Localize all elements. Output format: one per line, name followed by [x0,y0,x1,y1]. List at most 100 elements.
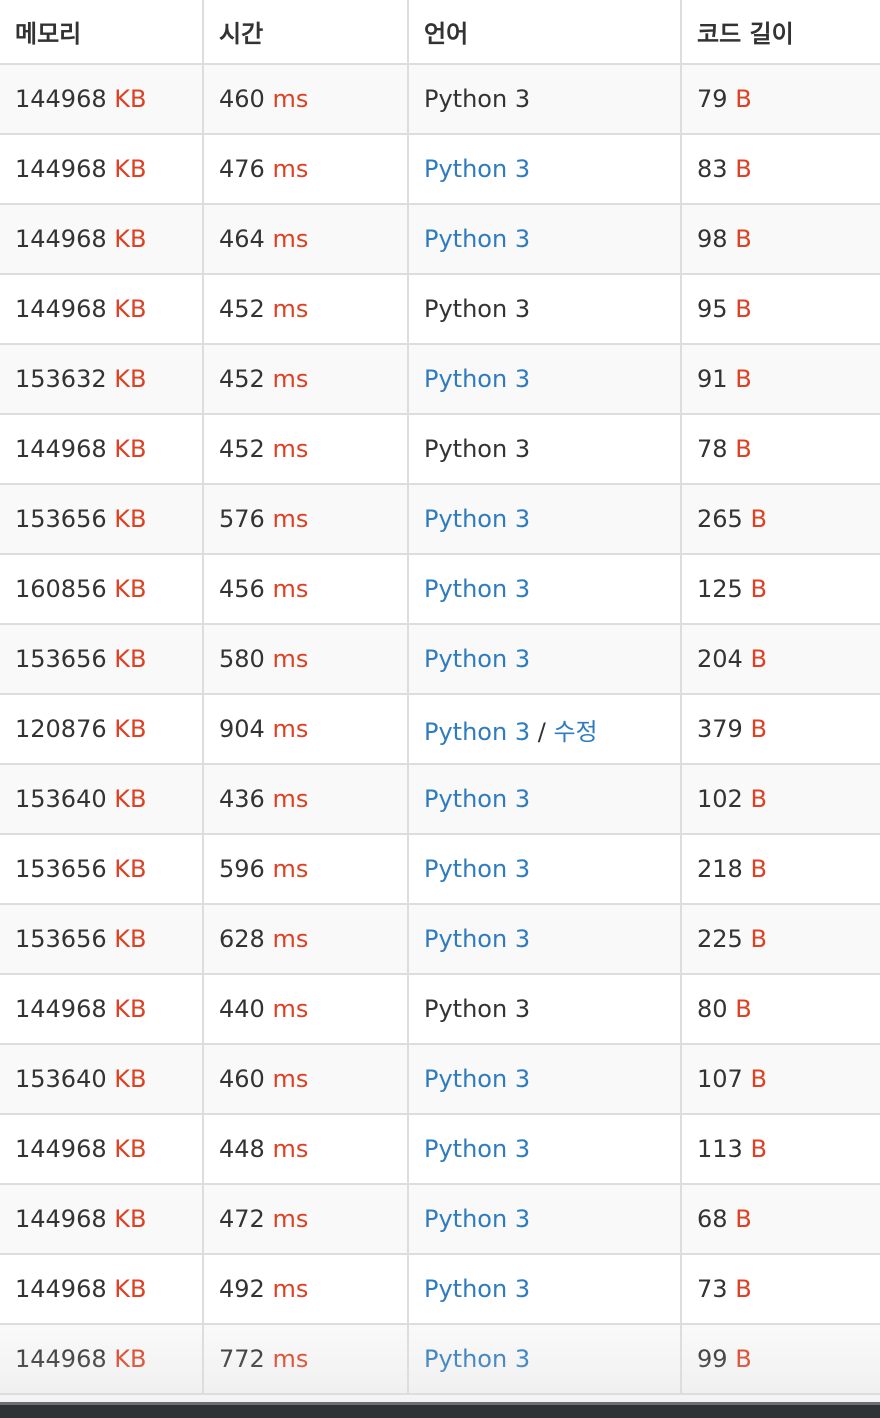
time-value: 460 [219,1065,265,1093]
code-length-value: 68 [697,1205,728,1233]
language-link[interactable]: Python 3 [424,1135,530,1163]
language-link[interactable]: Python 3 [424,645,530,673]
code-length-cell: 83 B [681,134,880,205]
memory-value: 153632 [15,365,107,393]
code-length-value: 91 [697,365,728,393]
memory-cell: 160856 KB [0,554,204,625]
memory-unit: KB [114,1135,147,1163]
language-link[interactable]: Python 3 [424,785,530,813]
memory-cell: 144968 KB [0,1254,204,1325]
code-length-cell: 91 B [681,344,880,415]
time-cell: 772 ms [203,1324,409,1395]
table-row: 120876 KB 904 ms Python 3 / 수정 379 B [0,694,880,765]
header-language[interactable]: 언어 [408,0,682,65]
memory-unit: KB [114,1345,147,1373]
code-length-cell: 204 B [681,624,880,695]
language-cell: Python 3 [408,834,682,905]
code-length-value: 78 [697,435,728,463]
time-cell: 452 ms [203,414,409,485]
code-length-unit: B [750,575,767,603]
memory-cell: 153640 KB [0,764,204,835]
table-row: 144968 KB 476 ms Python 3 83 B [0,134,880,205]
code-length-cell: 78 B [681,414,880,485]
code-length-cell: 68 B [681,1184,880,1255]
language-link[interactable]: Python 3 [424,225,530,253]
language-link[interactable]: Python 3 [424,365,530,393]
memory-cell: 153640 KB [0,1044,204,1115]
code-length-unit: B [750,715,767,743]
memory-value: 144968 [15,1345,107,1373]
language-link[interactable]: Python 3 [424,1065,530,1093]
time-unit: ms [272,645,309,673]
time-cell: 628 ms [203,904,409,975]
code-length-unit: B [735,225,752,253]
code-length-value: 73 [697,1275,728,1303]
code-length-unit: B [735,995,752,1023]
time-value: 464 [219,225,265,253]
language-cell: Python 3 / 수정 [408,694,682,765]
header-time[interactable]: 시간 [203,0,409,65]
header-code-length[interactable]: 코드 길이 [681,0,880,65]
language-link[interactable]: Python 3 [424,718,530,746]
table-row: 153632 KB 452 ms Python 3 91 B [0,344,880,415]
code-length-value: 204 [697,645,743,673]
language-link[interactable]: Python 3 [424,155,530,183]
time-unit: ms [272,1205,309,1233]
language-cell: Python 3 [408,1114,682,1185]
code-length-cell: 379 B [681,694,880,765]
time-value: 448 [219,1135,265,1163]
memory-unit: KB [114,435,147,463]
code-length-value: 265 [697,505,743,533]
memory-cell: 144968 KB [0,1114,204,1185]
language-link[interactable]: Python 3 [424,575,530,603]
language-link[interactable]: Python 3 [424,855,530,883]
language-link[interactable]: Python 3 [424,1275,530,1303]
code-length-value: 125 [697,575,743,603]
time-unit: ms [272,155,309,183]
language-cell: Python 3 [408,1184,682,1255]
code-length-value: 99 [697,1345,728,1373]
table-row: 144968 KB 460 ms Python 3 79 B [0,64,880,135]
code-length-unit: B [750,645,767,673]
code-length-value: 95 [697,295,728,323]
language-link[interactable]: Python 3 [424,1205,530,1233]
table-row: 153656 KB 628 ms Python 3 225 B [0,904,880,975]
header-memory[interactable]: 메모리 [0,0,204,65]
time-unit: ms [272,1275,309,1303]
time-unit: ms [272,715,309,743]
code-length-value: 225 [697,925,743,953]
code-length-unit: B [735,435,752,463]
memory-unit: KB [114,1205,147,1233]
code-length-unit: B [735,1345,752,1373]
language-link[interactable]: Python 3 [424,505,530,533]
memory-value: 144968 [15,1275,107,1303]
code-length-unit: B [750,1135,767,1163]
memory-cell: 144968 KB [0,1324,204,1395]
code-length-cell: 125 B [681,554,880,625]
time-unit: ms [272,225,309,253]
language-link[interactable]: Python 3 [424,1345,530,1373]
memory-unit: KB [114,505,147,533]
language-cell: Python 3 [408,1044,682,1115]
time-value: 476 [219,155,265,183]
memory-value: 160856 [15,575,107,603]
table-row: 153640 KB 436 ms Python 3 102 B [0,764,880,835]
time-unit: ms [272,295,309,323]
language-link[interactable]: Python 3 [424,925,530,953]
code-length-unit: B [735,1275,752,1303]
code-length-cell: 98 B [681,204,880,275]
language-cell: Python 3 [408,204,682,275]
table-row: 144968 KB 772 ms Python 3 99 B [0,1324,880,1395]
memory-unit: KB [114,715,147,743]
language-link: Python 3 [424,995,531,1023]
time-cell: 456 ms [203,554,409,625]
memory-unit: KB [114,575,147,603]
table-row: 153656 KB 576 ms Python 3 265 B [0,484,880,555]
memory-unit: KB [114,925,147,953]
code-length-value: 379 [697,715,743,743]
memory-cell: 153632 KB [0,344,204,415]
language-cell: Python 3 [408,764,682,835]
code-length-value: 107 [697,1065,743,1093]
edit-link[interactable]: 수정 [553,718,597,746]
table-row: 144968 KB 492 ms Python 3 73 B [0,1254,880,1325]
